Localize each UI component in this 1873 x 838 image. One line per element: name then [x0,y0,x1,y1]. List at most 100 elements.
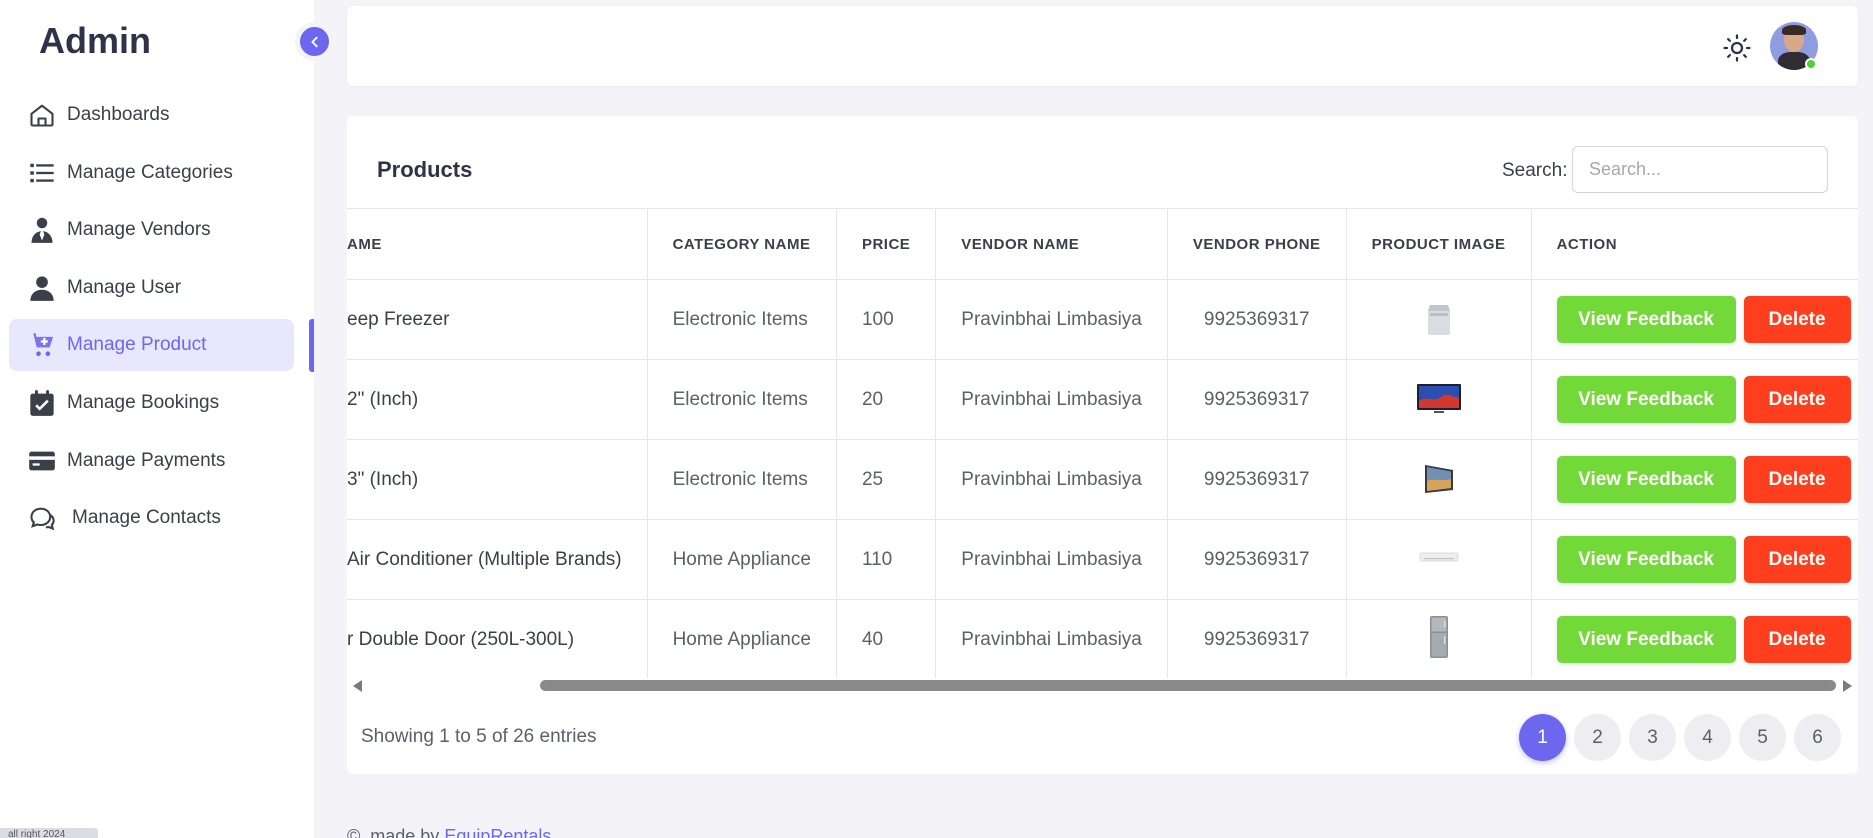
search-label: Search: [1502,160,1568,181]
delete-button[interactable]: Delete [1743,616,1851,663]
sidebar-item-label: Manage Contacts [72,507,221,529]
list-icon [27,158,57,188]
active-indicator [309,319,314,372]
products-table-wrapper: AME CATEGORY NAME PRICE VENDOR NAME VEND… [347,208,1858,678]
column-header-vendor-phone[interactable]: VENDOR PHONE [1167,208,1347,280]
table-row: 3" (Inch) Electronic Items 25 Pravinbhai… [347,439,1858,520]
column-header-vendor-name[interactable]: VENDOR NAME [935,208,1168,280]
brand-title: Admin [39,20,151,61]
footer-text: ©, made by [347,826,440,838]
horizontal-scrollbar[interactable] [347,678,1858,692]
delete-button[interactable]: Delete [1743,456,1851,503]
table-row: r Double Door (250L-300L) Home Appliance… [347,599,1858,678]
pagination: 1 2 3 4 5 6 [1519,714,1849,761]
chat-icon [27,503,57,533]
column-header-name[interactable]: AME [347,208,648,280]
scrollbar-thumb[interactable] [540,680,1836,691]
sidebar-collapse-button[interactable] [295,22,334,61]
sidebar-item-dashboards[interactable]: Dashboards [9,89,294,141]
cell-vendor-name: Pravinbhai Limbasiya [935,519,1168,600]
cell-product-name: Air Conditioner (Multiple Brands) [347,519,648,600]
sidebar-item-label: Manage Categories [67,161,233,183]
page-button-2[interactable]: 2 [1574,714,1621,761]
column-header-category[interactable]: CATEGORY NAME [647,208,837,280]
column-header-action[interactable]: ACTION [1531,208,1858,280]
cell-product-name: eep Freezer [347,279,648,360]
sidebar-item-label: Manage Vendors [67,219,211,241]
sidebar-item-manage-user[interactable]: Manage User [9,262,294,314]
cell-product-name: r Double Door (250L-300L) [347,599,648,678]
cell-vendor-phone: 9925369317 [1167,279,1347,360]
view-feedback-button[interactable]: View Feedback [1556,536,1736,583]
view-feedback-button[interactable]: View Feedback [1556,376,1736,423]
tv-image-icon [1416,383,1461,413]
entries-info: Showing 1 to 5 of 26 entries [361,726,597,747]
cell-vendor-phone: 9925369317 [1167,439,1347,520]
sidebar-item-label: Manage Payments [67,449,226,471]
footer-link[interactable]: EquipRentals [444,826,551,838]
cell-category: Electronic Items [647,279,837,360]
page-button-1[interactable]: 1 [1519,714,1566,761]
cell-vendor-phone: 9925369317 [1167,359,1347,440]
copyright-tag: all right 2024 [0,828,98,838]
freezer-image-icon [1427,304,1450,335]
cell-vendor-name: Pravinbhai Limbasiya [935,599,1168,678]
cell-category: Home Appliance [647,599,837,678]
delete-button[interactable]: Delete [1743,376,1851,423]
cell-product-image [1346,439,1532,520]
sidebar-nav: Dashboards Manage Categories Manage Vend… [9,89,294,550]
table-row: Air Conditioner (Multiple Brands) Home A… [347,519,1858,600]
view-feedback-button[interactable]: View Feedback [1556,296,1736,343]
view-feedback-button[interactable]: View Feedback [1556,456,1736,503]
cell-actions: View Feedback Delete [1531,359,1858,440]
theme-toggle-button[interactable] [1722,33,1752,63]
calendar-check-icon [27,388,57,418]
sidebar-item-label: Dashboards [67,104,170,125]
cell-price: 100 [836,279,937,360]
products-card: Products Search: AME CATEGORY NAME PRICE… [347,116,1858,774]
refrigerator-image-icon [1429,615,1448,658]
sidebar-item-manage-contacts[interactable]: Manage Contacts [9,492,294,544]
cell-product-image [1346,279,1532,360]
page-button-6[interactable]: 6 [1794,714,1841,761]
cell-product-image [1346,599,1532,678]
sidebar-item-manage-vendors[interactable]: Manage Vendors [9,204,294,256]
cell-category: Electronic Items [647,359,837,440]
sidebar-item-manage-product[interactable]: Manage Product [9,319,294,372]
cell-category: Home Appliance [647,519,837,600]
cell-product-image [1346,359,1532,440]
scroll-right-icon[interactable] [1843,680,1852,692]
cell-vendor-name: Pravinbhai Limbasiya [935,359,1168,440]
cell-product-name: 2" (Inch) [347,359,648,440]
products-table: AME CATEGORY NAME PRICE VENDOR NAME VEND… [347,208,1858,678]
table-row: eep Freezer Electronic Items 100 Pravinb… [347,279,1858,360]
cell-actions: View Feedback Delete [1531,599,1858,678]
chevron-left-icon [310,36,318,47]
sidebar-item-label: Manage User [67,276,182,298]
cell-vendor-name: Pravinbhai Limbasiya [935,279,1168,360]
sun-icon [1723,34,1751,62]
cell-price: 25 [836,439,937,520]
sidebar-item-manage-categories[interactable]: Manage Categories [9,147,294,199]
column-header-price[interactable]: PRICE [836,208,937,280]
cell-product-image [1346,519,1532,600]
cell-price: 20 [836,359,937,440]
page-button-4[interactable]: 4 [1684,714,1731,761]
search-input[interactable] [1572,146,1828,193]
cell-product-name: 3" (Inch) [347,439,648,520]
page-button-5[interactable]: 5 [1739,714,1786,761]
footer: ©, made by EquipRentals [347,826,551,838]
column-header-product-image[interactable]: PRODUCT IMAGE [1346,208,1532,280]
sidebar-item-manage-payments[interactable]: Manage Payments [9,435,294,487]
cart-plus-icon [27,330,57,360]
sidebar-item-label: Manage Product [67,334,207,356]
delete-button[interactable]: Delete [1743,296,1851,343]
cell-actions: View Feedback Delete [1531,279,1858,360]
scroll-left-icon[interactable] [353,680,362,692]
online-status-dot [1805,58,1817,70]
top-navbar [347,6,1858,86]
page-button-3[interactable]: 3 [1629,714,1676,761]
view-feedback-button[interactable]: View Feedback [1556,616,1736,663]
sidebar-item-manage-bookings[interactable]: Manage Bookings [9,377,294,429]
delete-button[interactable]: Delete [1743,536,1851,583]
